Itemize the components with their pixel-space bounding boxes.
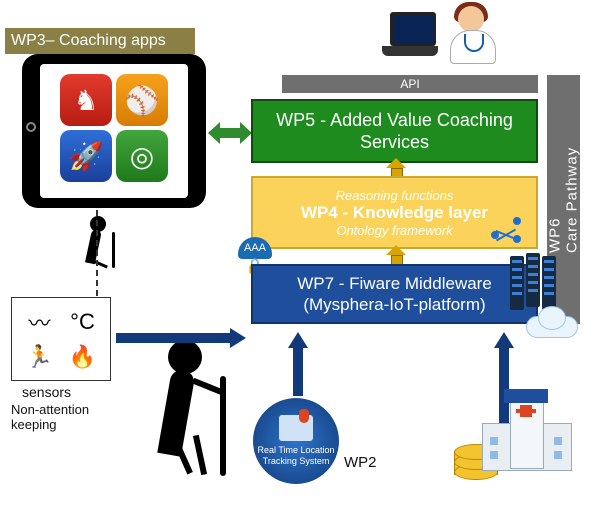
wp5-label: WP5 - Added Value Coaching Services <box>253 109 536 153</box>
map-pin-icon <box>279 415 313 441</box>
api-label: API <box>400 77 419 91</box>
laptop-icon <box>382 12 438 56</box>
cloud-icon <box>520 306 584 340</box>
wp4-reasoning-label: Reasoning functions <box>336 188 454 203</box>
ecg-icon: 〰 <box>28 306 50 338</box>
arrow-sensors-wp7 <box>116 328 246 348</box>
wp5-box: WP5 - Added Value Coaching Services <box>251 99 538 163</box>
wp2-label: WP2 <box>344 454 377 471</box>
arrow-wp2-wp7 <box>288 332 308 396</box>
sensors-note: Non-attention keeping <box>11 402 111 432</box>
wp3-title: WP3– Coaching apps <box>5 28 195 54</box>
wp6-label: WP6 Care Pathway <box>547 146 581 252</box>
wp7-box: WP7 - Fiware Middleware (Mysphera-IoT-pl… <box>251 264 538 324</box>
app-icon-baseball: ⚾ <box>116 74 168 126</box>
temperature-icon: °C <box>70 309 95 335</box>
sensors-label: sensors <box>22 384 71 400</box>
dotted-link-user-sensors <box>96 210 98 296</box>
rtls-line1: Real Time Location <box>257 445 334 456</box>
arrow-wp3-wp5 <box>210 122 250 144</box>
ontology-network-icon <box>491 217 523 245</box>
aaa-label: AAA <box>244 242 266 254</box>
rtls-badge: Real Time Location Tracking System <box>253 398 339 484</box>
architecture-diagram: WP3– Coaching apps ♞ ⚾ 🚀 ◎ API WP5 - Add… <box>0 0 600 507</box>
server-rack-icon <box>508 253 562 313</box>
wp4-ontology-label: Ontology framework <box>336 223 452 238</box>
activity-icon: 🏃 <box>26 344 53 370</box>
arrow-wp7-wp4 <box>386 251 406 265</box>
wp4-label: WP4 - Knowledge layer <box>301 203 488 223</box>
tablet-home-icon <box>26 122 36 132</box>
hospital-icon <box>482 397 570 471</box>
app-icon-chess: ♞ <box>60 74 112 126</box>
app-icon-target: ◎ <box>116 130 168 182</box>
rtls-line2: Tracking System <box>263 456 330 467</box>
sensors-box: 〰 °C 🏃 🔥 <box>11 297 111 381</box>
coaching-app-grid: ♞ ⚾ 🚀 ◎ <box>60 74 168 182</box>
app-icon-rocket: 🚀 <box>60 130 112 182</box>
wp7-label: WP7 - Fiware Middleware (Mysphera-IoT-pl… <box>253 273 536 315</box>
api-bar: API <box>282 75 538 93</box>
wp3-title-text: WP3– Coaching apps <box>11 32 166 50</box>
fire-icon: 🔥 <box>69 344 96 370</box>
doctor-icon <box>444 0 500 66</box>
